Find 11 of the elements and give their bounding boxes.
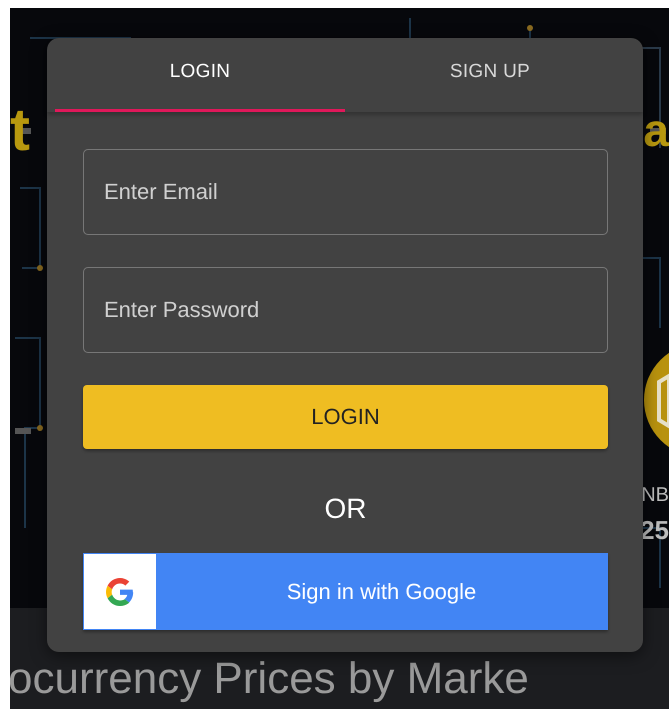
email-field[interactable]: Enter Email — [83, 149, 608, 235]
google-logo-icon — [106, 578, 134, 606]
coin-symbol: NB — [641, 484, 669, 507]
separator-text: OR — [324, 493, 366, 525]
headline-fragment: t — [10, 100, 30, 160]
tab[interactable]: LOGIN — [55, 38, 345, 112]
login-button[interactable]: LOGIN — [83, 385, 608, 449]
tab[interactable]: SIGN UP — [345, 38, 635, 112]
headline-fragment: a — [643, 103, 669, 158]
password-field[interactable]: Enter Password — [83, 267, 608, 353]
google-sign-in-button[interactable]: Sign in with Google — [83, 553, 608, 630]
